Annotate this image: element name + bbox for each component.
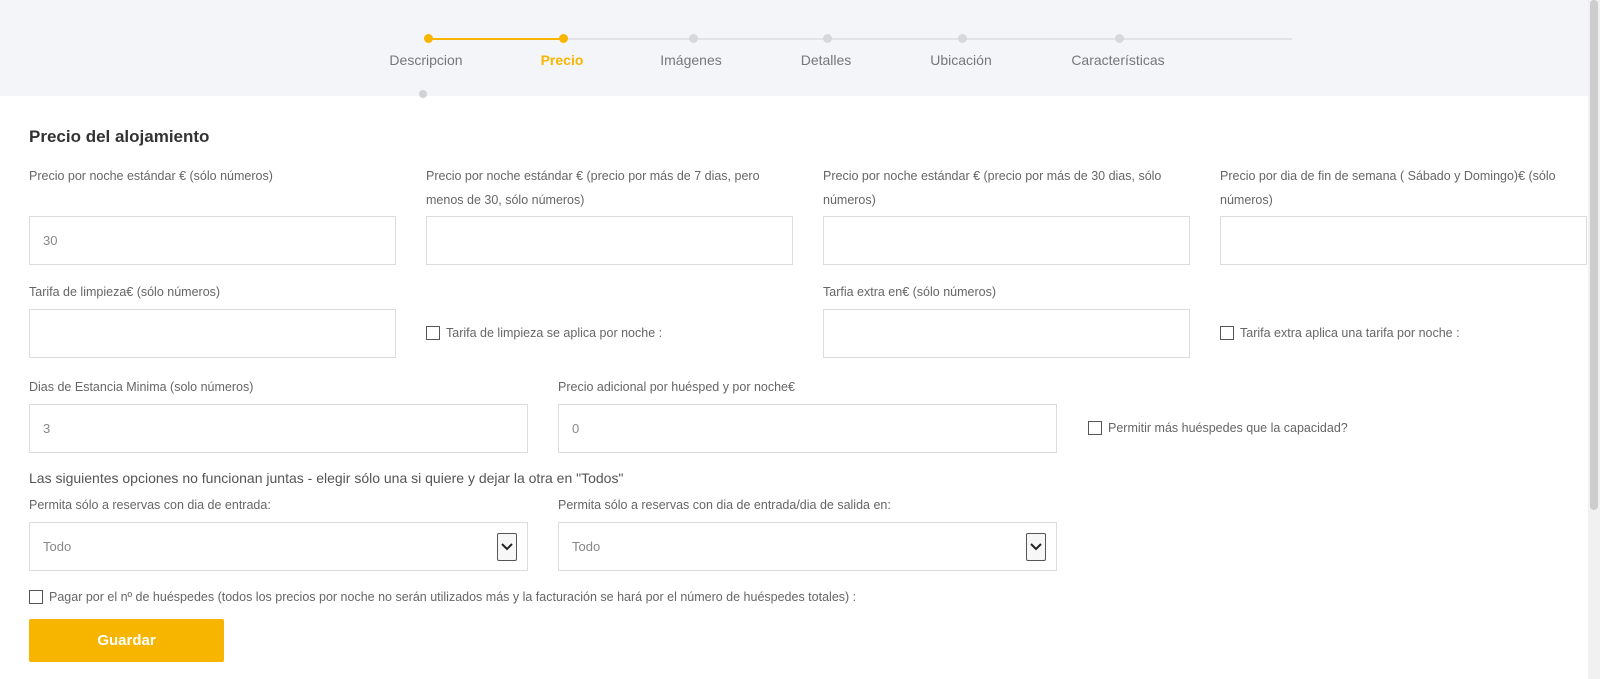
checkin-checkout-day-select[interactable]: Todo xyxy=(558,522,1057,571)
cleaning-fee-label: Tarifa de limpieza€ (sólo números) xyxy=(29,285,221,299)
cleaning-fee-input[interactable] xyxy=(29,309,396,358)
step-ubicacion[interactable]: Ubicación xyxy=(930,52,991,68)
extra-fee-input[interactable] xyxy=(823,309,1190,358)
step-caracteristicas[interactable]: Características xyxy=(1071,52,1164,68)
options-note: Las siguientes opciones no funcionan jun… xyxy=(29,470,624,486)
price-week-input[interactable] xyxy=(426,216,793,265)
step-dot-detalles xyxy=(823,34,832,43)
checkin-day-label: Permita sólo a reservas con dia de entra… xyxy=(29,498,271,512)
extra-guest-price-label: Precio adicional por huésped y por noche… xyxy=(558,380,795,394)
extra-guest-price-input[interactable]: 0 xyxy=(558,404,1057,453)
price-week-label: Precio por noche estándar € (precio por … xyxy=(426,169,760,207)
allow-more-guests-checkbox-row[interactable]: Permitir más huéspedes que la capacidad? xyxy=(1088,421,1348,435)
cleaning-per-night-checkbox-row[interactable]: Tarifa de limpieza se aplica por noche : xyxy=(426,326,662,340)
allow-more-guests-checkbox[interactable] xyxy=(1088,421,1102,435)
checkin-checkout-day-value: Todo xyxy=(572,539,601,554)
step-precio[interactable]: Precio xyxy=(541,52,584,68)
chevron-down-icon[interactable] xyxy=(1026,533,1046,561)
step-dot-imagenes xyxy=(689,34,698,43)
section-title: Precio del alojamiento xyxy=(29,127,210,146)
pay-by-guests-label: Pagar por el nº de huéspedes (todos los … xyxy=(49,590,857,604)
step-imagenes[interactable]: Imágenes xyxy=(660,52,721,68)
checkin-day-value: Todo xyxy=(43,539,72,554)
wizard-header: Descripcion Precio Imágenes Detalles Ubi… xyxy=(0,0,1600,96)
stepper-track-line xyxy=(563,38,1292,40)
pay-by-guests-checkbox[interactable] xyxy=(29,590,43,604)
min-stay-label: Dias de Estancia Minima (solo números) xyxy=(29,380,254,394)
min-stay-input[interactable]: 3 xyxy=(29,404,528,453)
extra-per-night-checkbox[interactable] xyxy=(1220,326,1234,340)
cleaning-per-night-checkbox[interactable] xyxy=(426,326,440,340)
decorative-dot xyxy=(419,90,427,98)
price-night-input[interactable]: 30 xyxy=(29,216,396,265)
price-month-label: Precio por noche estándar € (precio por … xyxy=(823,169,1162,207)
step-dot-precio xyxy=(559,34,568,43)
step-dot-caracteristicas xyxy=(1115,34,1124,43)
step-detalles[interactable]: Detalles xyxy=(801,52,852,68)
price-night-label: Precio por noche estándar € (sólo número… xyxy=(29,169,273,183)
extra-per-night-checkbox-row[interactable]: Tarifa extra aplica una tarifa por noche… xyxy=(1220,326,1460,340)
scrollbar-thumb[interactable] xyxy=(1590,0,1598,510)
step-dot-descripcion xyxy=(424,34,433,43)
pay-by-guests-checkbox-row[interactable]: Pagar por el nº de huéspedes (todos los … xyxy=(29,590,856,604)
price-month-input[interactable] xyxy=(823,216,1190,265)
extra-per-night-label: Tarifa extra aplica una tarifa por noche… xyxy=(1240,326,1460,340)
checkin-day-select[interactable]: Todo xyxy=(29,522,528,571)
allow-more-guests-label: Permitir más huéspedes que la capacidad? xyxy=(1108,421,1348,435)
price-weekend-label: Precio por dia de fin de semana ( Sábado… xyxy=(1220,169,1556,207)
stepper-progress-line xyxy=(428,38,563,40)
checkin-checkout-day-label: Permita sólo a reservas con dia de entra… xyxy=(558,498,891,512)
step-dot-ubicacion xyxy=(958,34,967,43)
extra-fee-label: Tarfia extra en€ (sólo números) xyxy=(823,285,996,299)
cleaning-per-night-label: Tarifa de limpieza se aplica por noche : xyxy=(446,326,663,340)
chevron-down-icon[interactable] xyxy=(497,533,517,561)
step-descripcion[interactable]: Descripcion xyxy=(389,52,462,68)
save-button[interactable]: Guardar xyxy=(29,619,224,662)
price-weekend-input[interactable] xyxy=(1220,216,1587,265)
